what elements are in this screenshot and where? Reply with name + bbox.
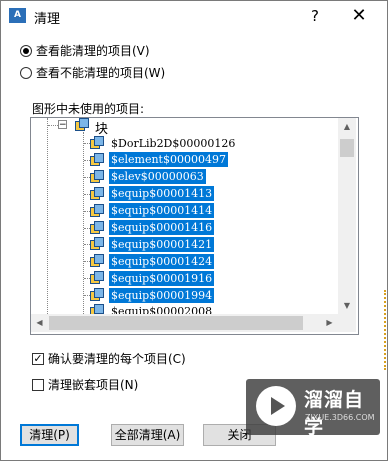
vertical-scrollbar[interactable]: ▲ ▼ <box>338 118 356 314</box>
autocad-app-icon: A <box>9 8 26 23</box>
background-drawing-edge <box>384 290 388 370</box>
tree-item[interactable]: $equip$00002008 <box>90 304 214 314</box>
block-icon <box>90 136 106 150</box>
tree-item-label: $DorLib2D$00000126 <box>111 136 236 150</box>
window-title: 清理 <box>34 12 61 27</box>
purge-all-button[interactable]: 全部清理(A) <box>111 424 184 446</box>
tree-item-label: $equip$00001413 <box>109 186 215 202</box>
block-icon <box>90 203 106 218</box>
collapse-toggle[interactable]: − <box>58 120 67 130</box>
tree-item[interactable]: $equip$00001424 <box>84 253 215 269</box>
purge-button[interactable]: 清理(P) <box>20 424 79 446</box>
empty-checkbox-icon <box>32 378 44 391</box>
tree-item[interactable]: $equip$00001414 <box>84 203 215 219</box>
purge-nested-label: 清理嵌套项目(N) <box>48 378 139 392</box>
horizontal-scroll-thumb[interactable] <box>49 316 303 330</box>
tree-item[interactable]: $equip$00001413 <box>84 186 215 202</box>
horizontal-scrollbar[interactable]: ◀ ▶ <box>31 314 338 332</box>
help-button[interactable]: ? <box>304 4 326 28</box>
confirm-each-label: 确认要清理的每个项目(C) <box>48 352 186 366</box>
scroll-right-icon[interactable]: ▶ <box>321 314 338 332</box>
tree-item[interactable]: $elev$00000063 <box>84 169 206 185</box>
scroll-up-icon[interactable]: ▲ <box>338 118 356 135</box>
block-icon <box>90 169 106 184</box>
tree-connector <box>47 118 48 314</box>
view-non-purgeable-label: 查看不能清理的项目(W) <box>36 66 166 80</box>
tree-item[interactable]: $equip$00001916 <box>84 270 215 286</box>
play-logo-icon <box>256 386 296 426</box>
purge-nested-checkbox[interactable]: 清理嵌套项目(N) <box>32 376 138 393</box>
tree-item-label: $equip$00002008 <box>111 305 213 314</box>
block-icon <box>90 152 106 167</box>
block-icon <box>90 186 106 201</box>
unused-items-label: 图形中未使用的项目: <box>32 102 145 116</box>
tree-item-label: $equip$00001424 <box>109 253 215 269</box>
tree-item[interactable]: $DorLib2D$00000126 <box>84 135 237 151</box>
view-purgeable-label: 查看能清理的项目(V) <box>36 44 150 58</box>
block-icon <box>90 288 106 302</box>
scroll-left-icon[interactable]: ◀ <box>31 314 48 332</box>
tree-item[interactable]: $equip$00001416 <box>84 220 215 236</box>
block-icon <box>90 237 106 251</box>
block-icon <box>90 254 106 268</box>
tree-item-label: $equip$00001416 <box>109 220 215 235</box>
radio-unselected-indicator <box>20 66 32 79</box>
vertical-scroll-thumb[interactable] <box>340 139 354 157</box>
tree-item-label: $equip$00001994 <box>109 287 215 303</box>
purge-dialog: A 清理 ? ✕ 查看能清理的项目(V) 查看不能清理的项目(W) 图形中未使用… <box>0 0 388 461</box>
scroll-down-icon[interactable]: ▼ <box>338 297 356 314</box>
block-icon <box>75 118 91 132</box>
title-bar: A 清理 ? ✕ <box>1 1 387 31</box>
tree-item-label: $equip$00001916 <box>109 270 215 286</box>
tree-item-label: $element$00000497 <box>109 152 228 168</box>
tree-item-label: $equip$00001414 <box>109 203 215 219</box>
watermark-title: 溜溜自学 <box>304 389 365 438</box>
scrollbar-corner <box>338 314 356 332</box>
close-window-button[interactable]: ✕ <box>348 4 370 28</box>
tree-connector <box>48 125 58 126</box>
watermark: 溜溜自学 ZIXUE.3D66.COM <box>246 379 380 438</box>
checkmark-icon: ✓ <box>32 351 44 365</box>
tree-item[interactable]: $element$00000497 <box>84 152 228 168</box>
tree-item[interactable]: $equip$00001421 <box>84 236 215 252</box>
block-icon <box>90 220 106 235</box>
confirm-each-checkbox[interactable]: ✓ 确认要清理的每个项目(C) <box>32 350 186 367</box>
radio-selected-indicator <box>20 44 32 57</box>
tree-item-label: $equip$00001421 <box>109 236 215 252</box>
tree-item-label: $elev$00000063 <box>109 169 206 185</box>
tree-item[interactable]: $equip$00001994 <box>84 287 215 303</box>
view-purgeable-radio[interactable]: 查看能清理的项目(V) <box>20 42 150 59</box>
block-icon <box>90 271 106 285</box>
view-non-purgeable-radio[interactable]: 查看不能清理的项目(W) <box>20 64 165 81</box>
watermark-subtitle: ZIXUE.3D66.COM <box>305 413 375 422</box>
block-icon <box>90 304 106 314</box>
